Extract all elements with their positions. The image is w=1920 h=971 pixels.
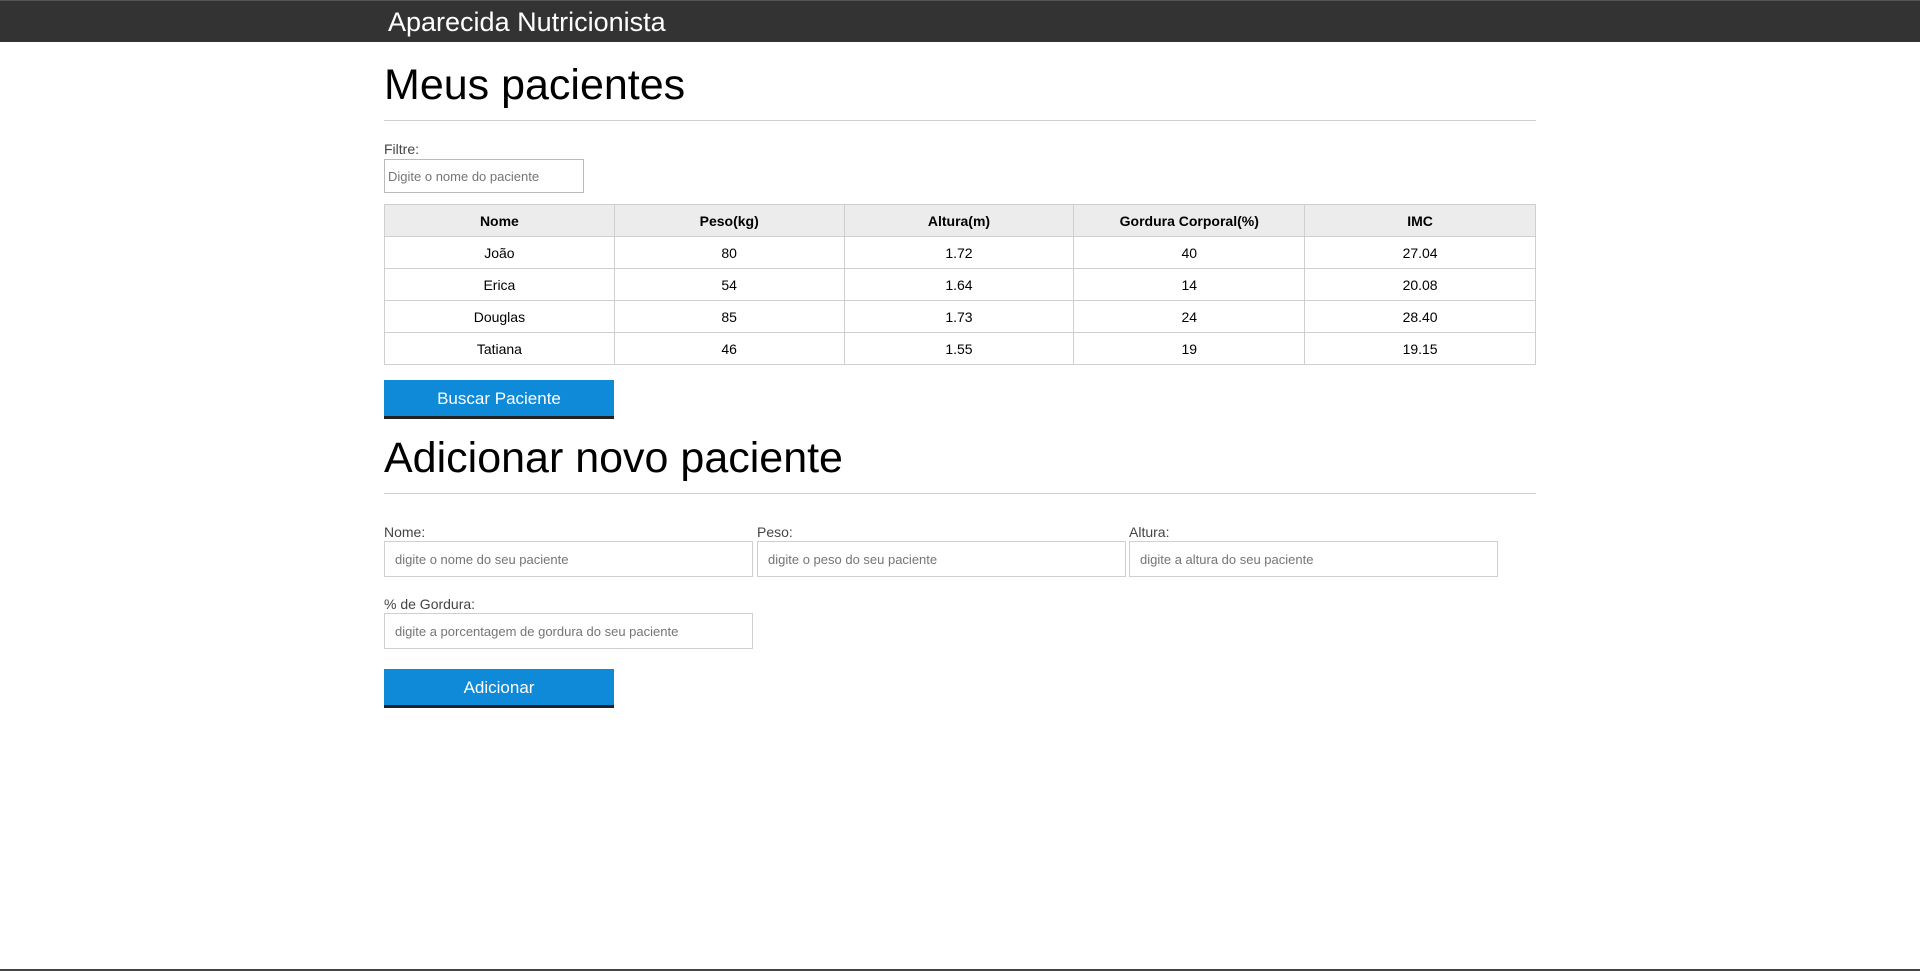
peso-label: Peso: (757, 524, 793, 540)
column-header-peso: Peso(kg) (613, 204, 845, 237)
peso-input[interactable] (757, 541, 1126, 577)
table-row[interactable]: Tatiana 46 1.55 19 19.15 (384, 332, 1536, 365)
nome-input[interactable] (384, 541, 753, 577)
cell-imc: 20.08 (1304, 268, 1536, 301)
cell-altura: 1.64 (843, 268, 1075, 301)
cell-gordura: 14 (1073, 268, 1306, 301)
filter-label: Filtre: (384, 141, 419, 157)
cell-altura: 1.72 (843, 236, 1075, 269)
gordura-label: % de Gordura: (384, 596, 476, 612)
cell-nome: Erica (384, 268, 615, 301)
cell-peso: 54 (613, 268, 845, 301)
altura-label: Altura: (1129, 524, 1170, 540)
brand-title: Aparecida Nutricionista (388, 7, 666, 37)
patients-section-title: Meus pacientes (384, 61, 686, 109)
gordura-input[interactable] (384, 613, 753, 649)
cell-imc: 28.40 (1304, 300, 1536, 333)
cell-imc: 27.04 (1304, 236, 1536, 269)
cell-altura: 1.55 (843, 332, 1075, 365)
altura-input[interactable] (1129, 541, 1498, 577)
top-bar: Aparecida Nutricionista (0, 0, 1920, 42)
section-divider (384, 493, 1536, 494)
column-header-nome: Nome (384, 204, 615, 237)
cell-gordura: 40 (1073, 236, 1306, 269)
add-patient-button[interactable]: Adicionar (384, 669, 614, 708)
cell-peso: 80 (613, 236, 845, 269)
table-row[interactable]: Erica 54 1.64 14 20.08 (384, 268, 1536, 301)
cell-gordura: 19 (1073, 332, 1306, 365)
column-header-altura: Altura(m) (843, 204, 1075, 237)
table-row[interactable]: Douglas 85 1.73 24 28.40 (384, 300, 1536, 333)
section-divider (384, 120, 1536, 121)
patients-table: Nome Peso(kg) Altura(m) Gordura Corporal… (384, 204, 1536, 365)
cell-peso: 46 (613, 332, 845, 365)
cell-imc: 19.15 (1304, 332, 1536, 365)
cell-nome: João (384, 236, 615, 269)
table-row[interactable]: João 80 1.72 40 27.04 (384, 236, 1536, 269)
column-header-gordura: Gordura Corporal(%) (1073, 204, 1306, 237)
table-header-row: Nome Peso(kg) Altura(m) Gordura Corporal… (384, 204, 1536, 237)
filter-input[interactable] (384, 159, 584, 193)
column-header-imc: IMC (1304, 204, 1536, 237)
add-patient-section-title: Adicionar novo paciente (384, 434, 843, 482)
search-patient-button[interactable]: Buscar Paciente (384, 380, 614, 419)
cell-nome: Tatiana (384, 332, 615, 365)
cell-altura: 1.73 (843, 300, 1075, 333)
cell-peso: 85 (613, 300, 845, 333)
cell-nome: Douglas (384, 300, 615, 333)
cell-gordura: 24 (1073, 300, 1306, 333)
nome-label: Nome: (384, 524, 426, 540)
